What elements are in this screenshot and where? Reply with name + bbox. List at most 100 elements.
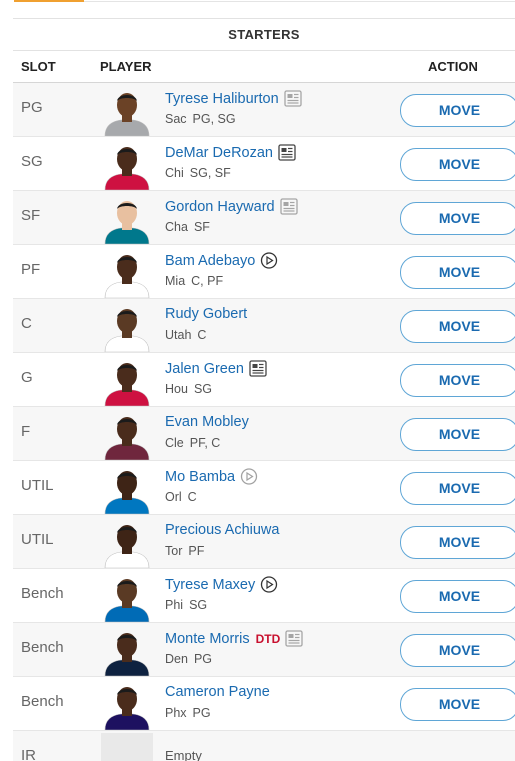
player-positions: PG (193, 652, 212, 666)
slot-label: G (21, 369, 33, 386)
table-row-partial: IR Empty (13, 731, 515, 761)
player-name-link[interactable]: Jalen Green (165, 360, 267, 377)
player-meta: Phi SG (165, 598, 207, 612)
player-name-link[interactable]: Bam Adebayo (165, 252, 278, 269)
move-button[interactable]: MOVE (400, 526, 515, 559)
move-button[interactable]: MOVE (400, 580, 515, 613)
player-meta: Den PG (165, 652, 212, 666)
player-name-link[interactable]: Evan Mobley (165, 414, 249, 430)
news-icon[interactable] (283, 90, 302, 107)
player-positions: PG, SG (192, 112, 236, 126)
player-team: Cha (165, 220, 188, 234)
player-name[interactable]: Precious Achiuwa (165, 522, 279, 538)
slot-label: Bench (21, 639, 64, 656)
player-positions: SG (193, 382, 212, 396)
table-row: Bench Tyrese Maxey Phi SG MOVE (13, 569, 515, 623)
player-headshot (101, 247, 153, 298)
player-meta: Mia C, PF (165, 274, 223, 288)
player-name-link[interactable]: Tyrese Haliburton (165, 90, 302, 107)
player-name[interactable]: Jalen Green (165, 361, 244, 377)
player-meta: Chi SG, SF (165, 166, 231, 180)
player-positions: SG (189, 598, 208, 612)
player-name-link[interactable]: Tyrese Maxey (165, 576, 278, 593)
slot-label: SF (21, 207, 41, 224)
column-header-action: ACTION (428, 59, 478, 74)
move-button[interactable]: MOVE (400, 148, 515, 181)
player-name[interactable]: Monte Morris (165, 631, 250, 647)
move-button[interactable]: MOVE (400, 634, 515, 667)
move-button[interactable]: MOVE (400, 202, 515, 235)
player-name[interactable]: DeMar DeRozan (165, 145, 273, 161)
player-headshot-placeholder (101, 733, 153, 761)
slot-label: Bench (21, 585, 64, 602)
slot-label: F (21, 423, 31, 440)
player-name-link[interactable]: Precious Achiuwa (165, 522, 279, 538)
table-row: Bench Monte Morris DTD Den PG MOVE (13, 623, 515, 677)
move-button[interactable]: MOVE (400, 472, 515, 505)
roster-rows: PG Tyrese Haliburton Sac PG, SG MOVE SG DeMar … (13, 83, 515, 731)
video-icon[interactable] (260, 252, 278, 269)
player-positions: SG, SF (189, 166, 231, 180)
news-icon[interactable] (285, 630, 303, 647)
move-button[interactable]: MOVE (400, 94, 515, 127)
player-name[interactable]: Evan Mobley (165, 414, 249, 430)
move-button[interactable]: MOVE (400, 256, 515, 289)
section-title: STARTERS (13, 19, 515, 51)
player-name[interactable]: Tyrese Maxey (165, 577, 255, 593)
player-name-link[interactable]: Gordon Hayward (165, 198, 298, 215)
player-headshot (101, 301, 153, 352)
move-button[interactable]: MOVE (400, 688, 515, 721)
player-name[interactable]: Gordon Hayward (165, 199, 275, 215)
move-button[interactable]: MOVE (400, 364, 515, 397)
player-name[interactable]: Bam Adebayo (165, 253, 255, 269)
move-button[interactable]: MOVE (400, 418, 515, 451)
player-team: Phx (165, 706, 187, 720)
table-row: F Evan Mobley Cle PF, C MOVE (13, 407, 515, 461)
player-team: Den (165, 652, 188, 666)
player-name[interactable]: Mo Bamba (165, 469, 235, 485)
player-name-link[interactable]: Cameron Payne (165, 684, 270, 700)
news-icon[interactable] (249, 360, 267, 377)
player-name[interactable]: Tyrese Haliburton (165, 91, 279, 107)
player-team: Chi (165, 166, 184, 180)
player-team: Mia (165, 274, 186, 288)
player-meta: Sac PG, SG (165, 112, 236, 126)
column-header-player: PLAYER (100, 59, 152, 74)
table-row: C Rudy Gobert Utah C MOVE (13, 299, 515, 353)
slot-label: PG (21, 99, 43, 116)
video-icon[interactable] (260, 576, 278, 593)
active-tab-indicator (14, 0, 84, 2)
player-name-link[interactable]: Rudy Gobert (165, 306, 247, 322)
player-meta: Hou SG (165, 382, 212, 396)
player-meta: Tor PF (165, 544, 204, 558)
player-name-link[interactable]: Monte Morris DTD (165, 630, 303, 647)
table-row: Bench Cameron Payne Phx PG MOVE (13, 677, 515, 731)
move-button[interactable]: MOVE (400, 310, 515, 343)
player-headshot (101, 85, 153, 136)
top-divider (84, 1, 515, 2)
player-name-link[interactable]: DeMar DeRozan (165, 144, 296, 161)
video-icon[interactable] (240, 468, 258, 485)
roster-table: STARTERS SLOT PLAYER ACTION PG Tyrese Hal… (13, 18, 515, 761)
player-meta: Phx PG (165, 706, 211, 720)
news-icon[interactable] (278, 144, 296, 161)
news-icon[interactable] (279, 198, 298, 215)
player-headshot (101, 625, 153, 676)
slot-label: SG (21, 153, 43, 170)
table-row: UTIL Mo Bamba Orl C MOVE (13, 461, 515, 515)
table-row: G Jalen Green Hou SG MOVE (13, 353, 515, 407)
player-headshot (101, 463, 153, 514)
player-team: Utah (165, 328, 192, 342)
column-header-row: SLOT PLAYER ACTION (13, 51, 515, 83)
player-headshot (101, 679, 153, 730)
table-row: PG Tyrese Haliburton Sac PG, SG MOVE (13, 83, 515, 137)
player-positions: PF (188, 544, 205, 558)
player-meta: Utah C (165, 328, 206, 342)
table-row: SG DeMar DeRozan Chi SG, SF MOVE (13, 137, 515, 191)
player-team: Sac (165, 112, 187, 126)
player-name-link[interactable]: Mo Bamba (165, 468, 258, 485)
player-name[interactable]: Rudy Gobert (165, 306, 247, 322)
player-team: Tor (165, 544, 183, 558)
player-name[interactable]: Cameron Payne (165, 684, 270, 700)
player-team: Cle (165, 436, 184, 450)
